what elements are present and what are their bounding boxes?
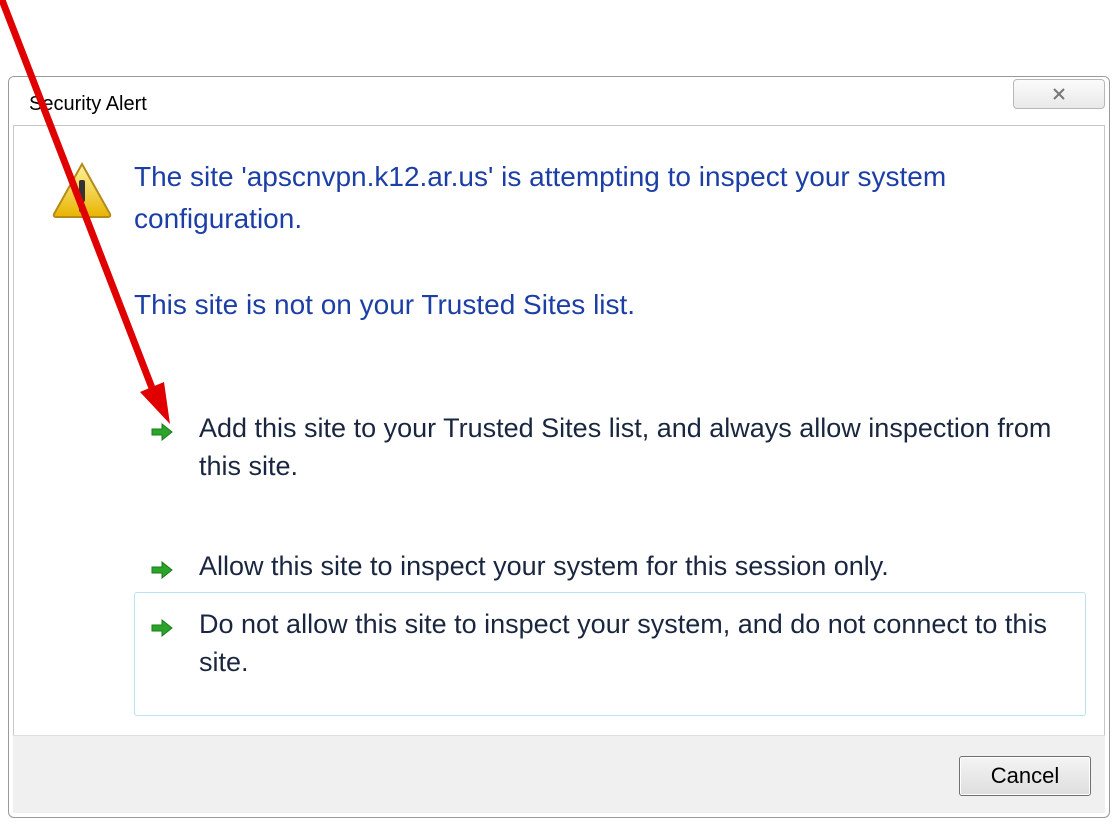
message-line-2: This site is not on your Trusted Sites l…	[134, 289, 636, 320]
security-alert-dialog: Security Alert The site 'apscnvpn.k12.ar…	[8, 76, 1110, 818]
option-label: Allow this site to inspect your system f…	[199, 551, 889, 581]
warning-icon	[52, 161, 112, 218]
option-do-not-allow[interactable]: Do not allow this site to inspect your s…	[134, 592, 1086, 716]
option-label: Add this site to your Trusted Sites list…	[199, 413, 1052, 481]
close-button[interactable]	[1013, 79, 1105, 109]
dialog-content: The site 'apscnvpn.k12.ar.us' is attempt…	[13, 125, 1105, 813]
dialog-footer: Cancel	[13, 735, 1105, 813]
alert-message: The site 'apscnvpn.k12.ar.us' is attempt…	[134, 156, 1064, 326]
title-bar[interactable]: Security Alert	[9, 77, 1109, 125]
cancel-button[interactable]: Cancel	[959, 756, 1091, 796]
green-arrow-icon	[151, 619, 173, 637]
message-line-1: The site 'apscnvpn.k12.ar.us' is attempt…	[134, 161, 947, 234]
option-allow-session[interactable]: Allow this site to inspect your system f…	[134, 534, 1086, 598]
option-add-trusted-site[interactable]: Add this site to your Trusted Sites list…	[134, 396, 1086, 498]
close-icon	[1053, 88, 1065, 100]
dialog-title: Security Alert	[29, 93, 147, 115]
green-arrow-icon	[151, 423, 173, 441]
option-label: Do not allow this site to inspect your s…	[199, 609, 1047, 677]
green-arrow-icon	[151, 561, 173, 579]
